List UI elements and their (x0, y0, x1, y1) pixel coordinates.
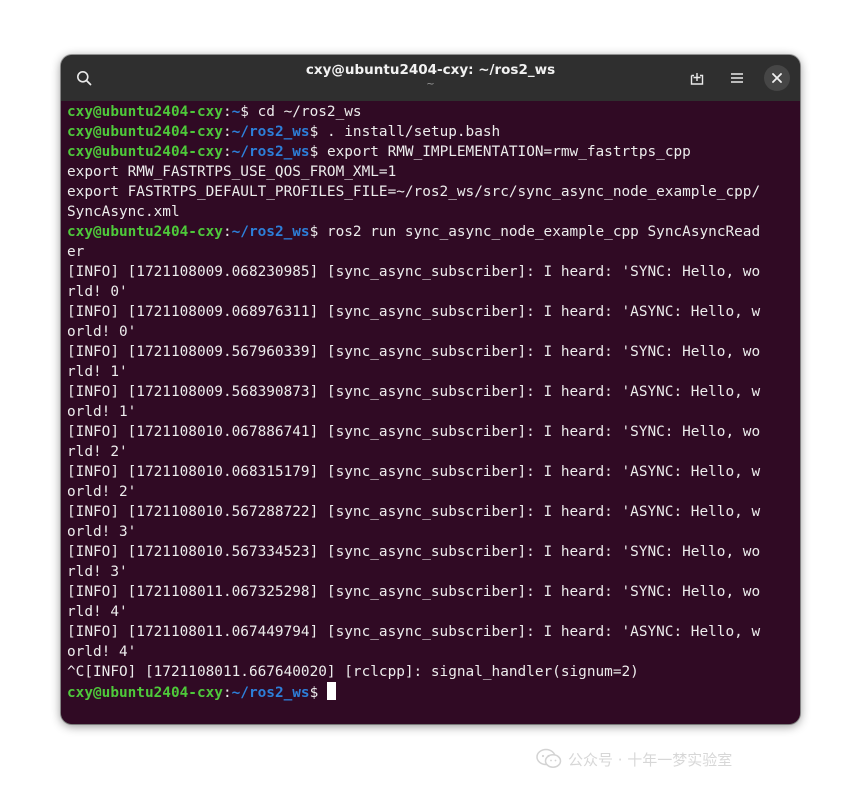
line-text: orld! 2' (67, 484, 137, 500)
prompt-colon: : (222, 685, 232, 701)
terminal-line: [INFO] [1721108009.567960339] [sync_asyn… (67, 342, 760, 362)
terminal-line: cxy@ubuntu2404-cxy:~$ cd ~/ros2_ws (67, 102, 760, 122)
prompt-path: ~/ros2_ws (231, 224, 310, 240)
terminal-line: rld! 4' (67, 602, 760, 622)
prompt-path: ~/ros2_ws (231, 124, 310, 140)
new-tab-icon (690, 73, 704, 85)
line-text: orld! 3' (67, 524, 137, 540)
prompt-colon: : (222, 144, 232, 160)
line-text: cd ~/ros2_ws (257, 104, 362, 120)
terminal-line: orld! 0' (67, 322, 760, 342)
terminal-line: ^C[INFO] [1721108011.667640020] [rclcpp]… (67, 662, 760, 682)
terminal-line: SyncAsync.xml (67, 202, 760, 222)
line-text: [INFO] [1721108010.567334523] [sync_asyn… (67, 544, 761, 560)
line-text: rld! 1' (67, 364, 128, 380)
terminal-line: orld! 2' (67, 482, 760, 502)
prompt-user: cxy@ubuntu2404-cxy (67, 104, 223, 120)
menu-button[interactable] (724, 65, 750, 91)
close-icon (772, 73, 782, 83)
title-bar[interactable]: cxy@ubuntu2404-cxy: ~/ros2_ws ~ (61, 55, 800, 101)
line-text: [INFO] [1721108009.068230985] [sync_asyn… (67, 264, 761, 280)
line-text: [INFO] [1721108009.068976311] [sync_asyn… (67, 304, 761, 320)
line-text: ros2 run sync_async_node_example_cpp Syn… (326, 224, 761, 240)
line-text: export RMW_IMPLEMENTATION=rmw_fastrtps_c… (326, 144, 691, 160)
line-text: [INFO] [1721108010.067886741] [sync_asyn… (67, 424, 761, 440)
line-text: [INFO] [1721108011.067325298] [sync_asyn… (67, 584, 761, 600)
prompt-symbol: $ (309, 224, 327, 240)
terminal-line: [INFO] [1721108009.068976311] [sync_asyn… (67, 302, 760, 322)
terminal-line: [INFO] [1721108011.067325298] [sync_asyn… (67, 582, 760, 602)
line-text: er (67, 244, 85, 260)
prompt-user: cxy@ubuntu2404-cxy (67, 224, 223, 240)
line-text: orld! 0' (67, 324, 137, 340)
line-text: orld! 4' (67, 644, 137, 660)
prompt-colon: : (222, 224, 232, 240)
terminal-line: export RMW_FASTRTPS_USE_QOS_FROM_XML=1 (67, 162, 760, 182)
line-text: [INFO] [1721108010.068315179] [sync_asyn… (67, 464, 761, 480)
terminal-line: rld! 0' (67, 282, 760, 302)
terminal-line: export FASTRTPS_DEFAULT_PROFILES_FILE=~/… (67, 182, 760, 202)
line-text: rld! 3' (67, 564, 128, 580)
line-text: [INFO] [1721108010.567288722] [sync_asyn… (67, 504, 761, 520)
terminal-line: er (67, 242, 760, 262)
hamburger-menu-icon (731, 73, 743, 83)
line-text: [INFO] [1721108009.567960339] [sync_asyn… (67, 344, 761, 360)
wechat-icon (536, 748, 562, 768)
terminal-line: orld! 4' (67, 642, 760, 662)
terminal-line: cxy@ubuntu2404-cxy:~/ros2_ws$ (67, 682, 760, 702)
close-button[interactable] (764, 65, 790, 91)
terminal-line: rld! 2' (67, 442, 760, 462)
prompt-user: cxy@ubuntu2404-cxy (67, 124, 223, 140)
new-tab-button[interactable] (684, 65, 710, 91)
terminal-window: cxy@ubuntu2404-cxy: ~/ros2_ws ~ cxy@ubun… (61, 55, 800, 724)
terminal-line: [INFO] [1721108010.067886741] [sync_asyn… (67, 422, 760, 442)
prompt-user: cxy@ubuntu2404-cxy (67, 144, 223, 160)
terminal-line: orld! 3' (67, 522, 760, 542)
line-text: . install/setup.bash (326, 124, 501, 140)
line-text: rld! 4' (67, 604, 128, 620)
watermark-text: 公众号 · 十年一梦实验室 (568, 750, 733, 769)
prompt-path: ~/ros2_ws (231, 685, 310, 701)
terminal-line: [INFO] [1721108010.567288722] [sync_asyn… (67, 502, 760, 522)
prompt-path: ~ (231, 104, 241, 120)
watermark: 公众号 · 十年一梦实验室 (536, 746, 732, 772)
terminal-line: orld! 1' (67, 402, 760, 422)
text-cursor (326, 682, 336, 700)
prompt-symbol: $ (309, 124, 327, 140)
terminal-line: cxy@ubuntu2404-cxy:~/ros2_ws$ export RMW… (67, 142, 760, 162)
terminal-output[interactable]: cxy@ubuntu2404-cxy:~$ cd ~/ros2_ws cxy@ub… (61, 101, 800, 724)
line-text: export RMW_FASTRTPS_USE_QOS_FROM_XML=1 (67, 164, 397, 180)
prompt-path: ~/ros2_ws (231, 144, 310, 160)
terminal-line: rld! 1' (67, 362, 760, 382)
line-text: [INFO] [1721108011.067449794] [sync_asyn… (67, 624, 761, 640)
terminal-line: [INFO] [1721108010.068315179] [sync_asyn… (67, 462, 760, 482)
terminal-line: [INFO] [1721108009.068230985] [sync_asyn… (67, 262, 760, 282)
line-text: rld! 0' (67, 284, 128, 300)
prompt-symbol: $ (309, 144, 327, 160)
prompt-colon: : (222, 124, 232, 140)
prompt-symbol: $ (240, 104, 258, 120)
line-text: SyncAsync.xml (67, 204, 180, 220)
terminal-line: [INFO] [1721108009.568390873] [sync_asyn… (67, 382, 760, 402)
line-text: orld! 1' (67, 404, 137, 420)
prompt-colon: : (222, 104, 232, 120)
terminal-lines: cxy@ubuntu2404-cxy:~$ cd ~/ros2_ws cxy@ub… (67, 102, 760, 702)
terminal-line: [INFO] [1721108011.067449794] [sync_asyn… (67, 622, 760, 642)
terminal-line: rld! 3' (67, 562, 760, 582)
terminal-line: cxy@ubuntu2404-cxy:~/ros2_ws$ ros2 run s… (67, 222, 760, 242)
line-text: rld! 2' (67, 444, 128, 460)
prompt-user: cxy@ubuntu2404-cxy (67, 685, 223, 701)
line-text: [INFO] [1721108009.568390873] [sync_asyn… (67, 384, 761, 400)
prompt-symbol: $ (309, 685, 327, 701)
line-text: ^C[INFO] [1721108011.667640020] [rclcpp]… (67, 664, 639, 680)
line-text: export FASTRTPS_DEFAULT_PROFILES_FILE=~/… (67, 184, 761, 200)
terminal-line: [INFO] [1721108010.567334523] [sync_asyn… (67, 542, 760, 562)
terminal-line: cxy@ubuntu2404-cxy:~/ros2_ws$ . install/… (67, 122, 760, 142)
